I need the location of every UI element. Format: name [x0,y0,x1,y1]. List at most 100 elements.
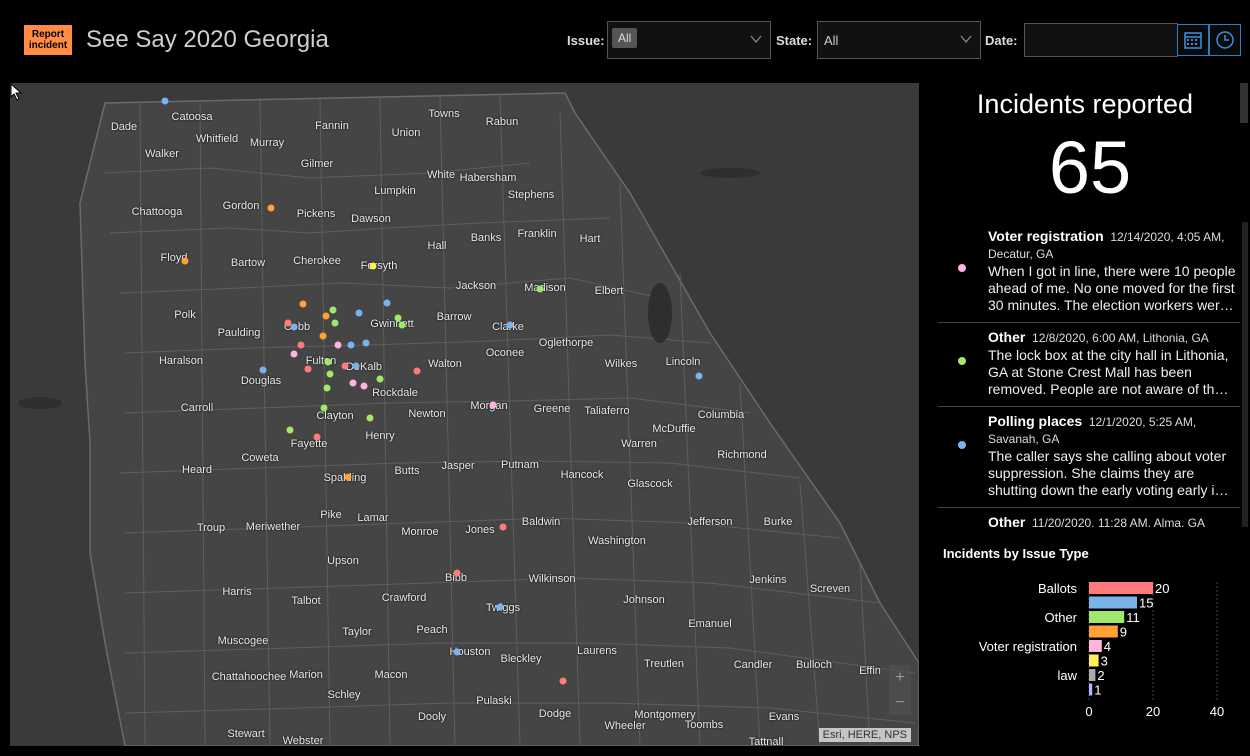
incident-point[interactable] [362,339,370,347]
incident-point[interactable] [376,375,384,383]
incident-point[interactable] [322,312,330,320]
incident-point[interactable] [360,382,368,390]
incident-point[interactable] [290,323,298,331]
zoom-in-button[interactable]: + [889,665,911,690]
calendar-button[interactable] [1177,24,1209,56]
bar [1089,582,1153,594]
incident-point[interactable] [369,262,377,270]
issue-selected-chip[interactable]: All [612,28,638,48]
incident-point[interactable] [349,379,357,387]
bar [1089,596,1137,609]
category-label: Other [1044,610,1077,625]
category-label: Ballots [1038,581,1078,596]
county-label: Franklin [517,228,557,240]
zoom-out-button[interactable]: − [889,690,911,715]
feed-scrollbar[interactable] [1242,222,1248,527]
county-label: Butts [394,465,420,477]
incident-point[interactable] [489,401,497,409]
incident-point[interactable] [181,257,189,265]
county-label: Stewart [227,728,265,740]
incident-point[interactable] [453,569,461,577]
incident-header: Other 12/8/2020, 6:00 AM, Lithonia, GA [988,329,1236,347]
zoom-control[interactable]: + − [889,665,911,715]
incident-point[interactable] [352,362,360,370]
county-label: Warren [621,438,657,450]
incident-item[interactable]: Polling places 12/1/2020, 5:25 AM, Savan… [938,407,1240,508]
incident-point[interactable] [267,204,275,212]
incident-point[interactable] [453,648,461,656]
incident-point[interactable] [324,358,332,366]
county-label: Troup [196,522,226,534]
panel-scrollbar[interactable] [1240,83,1248,123]
issue-select[interactable]: All [607,21,771,59]
county-label: Wilkinson [528,573,576,585]
county-label: Bleckley [500,653,542,665]
incident-point[interactable] [347,341,355,349]
bar-value-label: 4 [1104,639,1111,654]
incident-header: Voter registration 12/14/2020, 4:05 AM, … [988,228,1236,263]
incident-point[interactable] [355,309,363,317]
state-label: State: [776,33,813,48]
bar-value-label: 11 [1126,610,1140,625]
incident-point[interactable] [297,341,305,349]
incident-point[interactable] [506,321,514,329]
state-select[interactable]: All [817,21,981,59]
incident-point[interactable] [329,306,337,314]
incident-point[interactable] [320,404,328,412]
bar [1089,683,1093,696]
incident-point[interactable] [366,414,374,422]
county-label: Hall [427,240,447,252]
incident-point[interactable] [323,384,331,392]
incident-point[interactable] [299,300,307,308]
incident-point[interactable] [259,366,267,374]
county-label: Emanuel [688,618,732,630]
bar [1089,654,1099,667]
incident-point[interactable] [304,365,312,373]
incident-point[interactable] [499,523,507,531]
county-label: DeKalb [345,361,383,373]
incident-meta: 11/20/2020, 11:28 AM, Alma, GA [1032,516,1206,527]
county-label: Henry [365,430,395,442]
incident-point[interactable] [394,314,402,322]
report-incident-button[interactable]: Report incident [24,25,72,55]
county-label: Peach [416,624,448,636]
county-label: Banks [470,232,502,244]
county-label: Gilmer [300,158,334,170]
incident-item[interactable]: Voter registration 12/14/2020, 4:05 AM, … [938,222,1240,323]
incident-point[interactable] [319,332,327,340]
incident-point[interactable] [326,370,334,378]
incident-item[interactable]: Other 12/8/2020, 6:00 AM, Lithonia, GA Th… [938,323,1240,407]
county-label: Effin [859,665,881,677]
incident-feed[interactable]: Voter registration 12/14/2020, 4:05 AM, … [938,222,1240,527]
county-label: Jasper [441,460,475,472]
bar-value-label: 1 [1094,683,1101,698]
date-input[interactable] [1024,23,1178,57]
incident-point[interactable] [413,367,421,375]
incident-point[interactable] [313,433,321,441]
incident-point[interactable] [331,319,339,327]
incident-point[interactable] [341,362,349,370]
county-label: Heard [182,464,212,476]
county-label: Greene [533,403,571,415]
category-label: Voter registration [979,639,1077,654]
county-label: Jenkins [749,574,787,586]
county-label: Carroll [180,402,214,414]
incident-point[interactable] [334,341,342,349]
incident-point[interactable] [290,350,298,358]
incident-point[interactable] [695,372,703,380]
incident-point[interactable] [344,473,352,481]
county-label: McDuffie [652,423,696,435]
incident-point[interactable] [536,285,544,293]
incident-point[interactable] [398,321,406,329]
incident-point[interactable] [383,299,391,307]
county-label: Fulton [305,355,337,367]
incident-point[interactable] [559,677,567,685]
incident-item[interactable]: Other 11/20/2020, 11:28 AM, Alma, GAI'm … [938,508,1240,527]
county-label: Douglas [240,375,282,387]
incident-map[interactable]: Dade Catoosa Whitfield Murray Fannin Union Tow… [10,83,919,746]
incident-point[interactable] [161,97,169,105]
time-button[interactable] [1209,24,1241,56]
county-label: Tattnall [748,736,784,746]
incident-point[interactable] [496,603,504,611]
incident-point[interactable] [286,426,294,434]
